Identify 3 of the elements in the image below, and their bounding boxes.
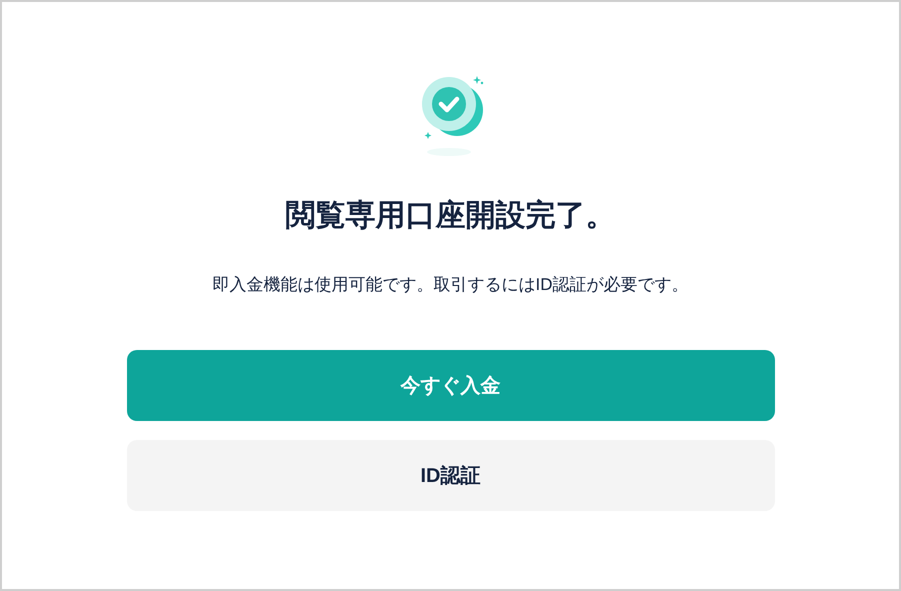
verify-button[interactable]: ID認証 [126, 440, 774, 511]
page-title: 閲覧専用口座開設完了。 [286, 198, 616, 234]
info-message: 即入金機能は使用可能です。取引するにはID認証が必要です。 [212, 274, 688, 296]
